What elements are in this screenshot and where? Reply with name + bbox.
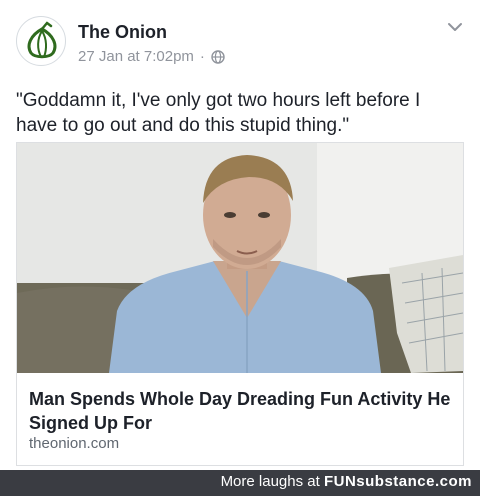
article-headline[interactable]: Man Spends Whole Day Dreading Fun Activi… [29, 387, 453, 435]
article-photo[interactable] [17, 143, 463, 373]
facebook-post: The Onion 27 Jan at 7:02pm · "Goddamn it… [0, 0, 480, 470]
page-avatar[interactable] [16, 16, 66, 66]
page-name[interactable]: The Onion [78, 22, 167, 43]
post-caption: "Goddamn it, I've only got two hours lef… [16, 90, 421, 136]
chevron-down-icon[interactable] [446, 18, 464, 36]
meta-separator: · [199, 48, 205, 65]
globe-icon [211, 49, 225, 64]
post-meta: 27 Jan at 7:02pm · [78, 48, 225, 65]
post-timestamp[interactable]: 27 Jan at 7:02pm [78, 48, 194, 65]
watermark-bar: More laughs at FUNsubstance.com [0, 470, 480, 496]
link-preview-card[interactable]: Man Spends Whole Day Dreading Fun Activi… [16, 142, 464, 466]
watermark-prefix: More laughs at [220, 473, 324, 490]
watermark-text: More laughs at FUNsubstance.com [221, 473, 472, 490]
onion-logo-icon [27, 21, 57, 59]
post-header: The Onion 27 Jan at 7:02pm · [16, 16, 464, 70]
watermark-brand[interactable]: FUNsubstance.com [324, 473, 472, 490]
article-domain: theonion.com [29, 435, 120, 452]
